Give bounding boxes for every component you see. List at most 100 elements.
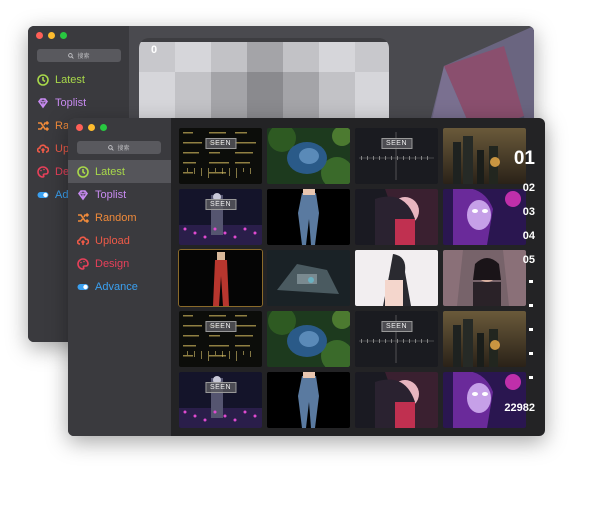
sidebar-item-label: Design (95, 257, 130, 270)
wallpaper-thumbnail[interactable] (267, 128, 350, 184)
sidebar-item-upload[interactable]: Upload (68, 229, 171, 252)
thumbnail-image (179, 372, 262, 428)
gradient-cell (283, 72, 319, 102)
thumbnail-image (267, 311, 350, 367)
gradient-cell (283, 42, 319, 72)
sidebar-item-label: Random (95, 211, 137, 224)
gradient-cell (211, 72, 247, 102)
seen-badge: SEEN (380, 321, 413, 332)
minimize-button[interactable] (48, 32, 55, 39)
page-marker[interactable]: 05 (523, 254, 535, 266)
search-placeholder: 搜索 (77, 54, 90, 60)
page-marker[interactable]: 02 (523, 182, 535, 194)
window-controls (76, 124, 107, 131)
thumbnail-image (179, 311, 262, 367)
wallpaper-thumbnail[interactable] (267, 250, 350, 306)
front-window: 搜索 Latest Toplist Random Upload Design Advanc… (68, 118, 545, 436)
wallpaper-thumbnail[interactable] (267, 311, 350, 367)
thumbnail-image (355, 128, 438, 184)
wallpaper-thumbnail[interactable]: SEEN (179, 311, 262, 367)
thumbnail-image (179, 128, 262, 184)
search-icon (68, 52, 75, 59)
sidebar-item-label: Latest (55, 73, 85, 86)
zoom-button[interactable] (100, 124, 107, 131)
cloud-upload-icon (37, 143, 49, 153)
sidebar-item-toplist[interactable]: Toplist (28, 91, 129, 114)
sidebar-item-label: Latest (95, 165, 125, 178)
wallpaper-thumbnail[interactable]: SEEN (179, 372, 262, 428)
seen-badge: SEEN (204, 382, 237, 393)
wallpaper-thumbnail[interactable] (355, 250, 438, 306)
page-marker[interactable]: 04 (523, 230, 535, 242)
gradient-cell (247, 72, 283, 102)
seen-badge: SEEN (380, 138, 413, 149)
thumbnail-image (179, 189, 262, 245)
search-input[interactable]: 搜索 (77, 141, 161, 154)
search-input[interactable]: 搜索 (37, 49, 121, 62)
sidebar-item-label: Advance (95, 280, 138, 293)
wallpaper-thumbnail[interactable]: SEEN (179, 189, 262, 245)
thumbnail-image (355, 372, 438, 428)
diamond-icon (77, 189, 89, 200)
zoom-button[interactable] (60, 32, 67, 39)
thumbnail-image (355, 250, 438, 306)
gradient-cell (319, 72, 355, 102)
gradient-cell (247, 42, 283, 72)
thumbnail-image (267, 250, 350, 306)
sidebar-item-design[interactable]: Design (68, 252, 171, 275)
sidebar-item-advance[interactable]: Advance (68, 275, 171, 298)
seen-badge: SEEN (204, 321, 237, 332)
shuffle-icon (78, 212, 89, 223)
wallpaper-thumbnail[interactable] (178, 249, 263, 307)
thumbnail-image (267, 372, 350, 428)
toggle-icon (37, 191, 49, 198)
sidebar-item-latest[interactable]: Latest (68, 160, 171, 183)
seen-badge: SEEN (204, 199, 237, 210)
wallpaper-thumbnail[interactable]: SEEN (355, 128, 438, 184)
clock-icon (77, 165, 89, 178)
page-index: 01 02 03 04 05 22982 (499, 148, 539, 433)
thumbnail-image (179, 250, 262, 306)
page-marker[interactable]: 01 (514, 148, 535, 170)
sidebar-item-label: Upload (95, 234, 130, 247)
wallpaper-thumbnail[interactable] (267, 372, 350, 428)
search-icon (108, 144, 115, 151)
wallpaper-thumbnail[interactable] (267, 189, 350, 245)
sidebar-item-label: Toplist (55, 96, 87, 109)
wallpaper-thumbnail[interactable] (355, 372, 438, 428)
gradient-cell (319, 42, 355, 72)
wallpaper-thumbnail[interactable]: SEEN (355, 311, 438, 367)
sidebar-item-latest[interactable]: Latest (28, 68, 129, 91)
sidebar-item-random[interactable]: Random (68, 206, 171, 229)
close-button[interactable] (76, 124, 83, 131)
page-tick (529, 376, 533, 379)
diamond-icon (37, 97, 49, 108)
search-placeholder: 搜索 (117, 146, 130, 152)
seen-badge: SEEN (204, 138, 237, 149)
wallpaper-thumbnail[interactable]: SEEN (179, 128, 262, 184)
window-controls (36, 32, 67, 39)
page-marker[interactable]: 03 (523, 206, 535, 218)
clock-icon (37, 73, 49, 86)
thumbnail-image (267, 128, 350, 184)
thumbnail-image (355, 189, 438, 245)
thumbnail-image (267, 189, 350, 245)
palette-icon (37, 165, 49, 178)
total-count: 22982 (504, 402, 535, 414)
front-nav: Latest Toplist Random Upload Design Advance (68, 160, 171, 298)
thumbnail-image (355, 311, 438, 367)
minimize-button[interactable] (88, 124, 95, 131)
sidebar-item-label: Toplist (95, 188, 127, 201)
sidebar-item-toplist[interactable]: Toplist (68, 183, 171, 206)
toggle-icon (77, 283, 89, 290)
page-tick (529, 304, 533, 307)
wallpaper-grid: SEEN SEEN SEEN SEEN SEEN SEEN (178, 128, 526, 428)
palette-icon (77, 257, 89, 270)
gradient-cell (175, 42, 211, 72)
page-tick (529, 280, 533, 283)
close-button[interactable] (36, 32, 43, 39)
wallpaper-thumbnail[interactable] (355, 189, 438, 245)
page-tick (529, 328, 533, 331)
shuffle-icon (38, 120, 49, 131)
front-sidebar: 搜索 Latest Toplist Random Upload Design Advanc… (68, 118, 171, 436)
